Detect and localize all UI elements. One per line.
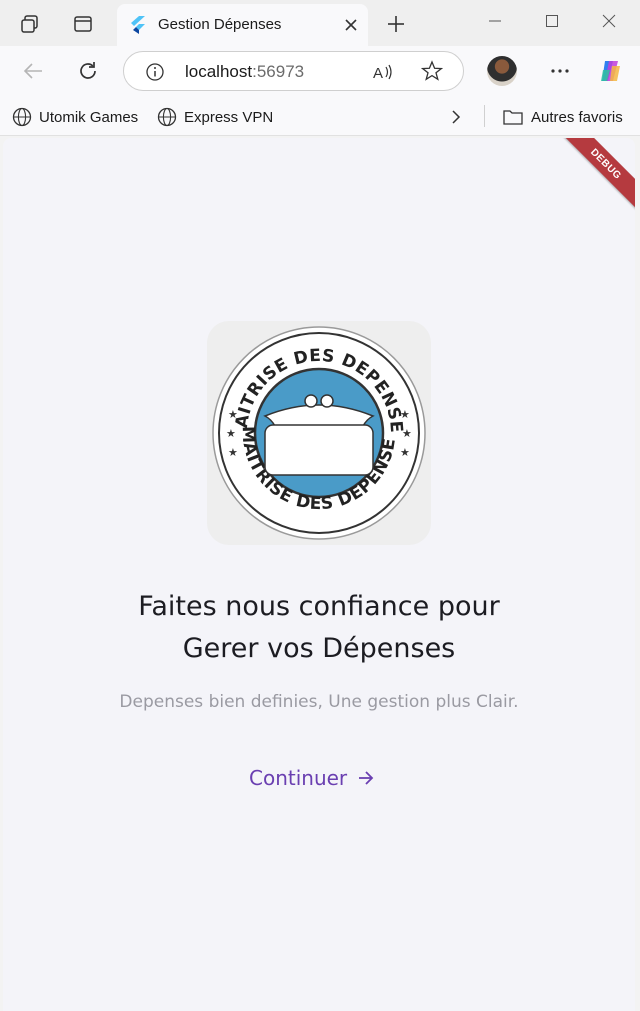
other-favorites[interactable]: Autres favoris: [502, 106, 623, 128]
url-field[interactable]: localhost:56973 A: [123, 51, 464, 91]
globe-icon: [12, 107, 32, 127]
tab-title: Gestion Dépenses: [158, 16, 282, 33]
svg-text:A: A: [373, 65, 383, 82]
headline-line-1: Faites nous confiance pour: [138, 591, 500, 622]
headline: Faites nous confiance pour Gerer vos Dép…: [3, 586, 635, 670]
arrow-right-icon: [359, 771, 374, 785]
bookmarks-divider: [484, 105, 485, 127]
active-tab[interactable]: Gestion Dépenses: [117, 4, 368, 46]
workspaces-icon[interactable]: [18, 12, 42, 36]
flutter-icon: [129, 16, 145, 39]
folder-icon: [503, 110, 523, 125]
continue-label: Continuer: [249, 766, 348, 790]
bookmark-label: Utomik Games: [39, 108, 139, 126]
address-bar-row: localhost:56973 A: [0, 46, 640, 96]
minimize-icon[interactable]: [480, 8, 510, 34]
globe-icon: [157, 107, 177, 127]
chevron-right-icon[interactable]: [448, 106, 464, 128]
refresh-icon[interactable]: [75, 58, 101, 84]
app-logo: MAITRISE DES DEPENSES MAITRISE DES DEPEN…: [198, 306, 431, 545]
svg-text:★: ★: [228, 408, 238, 421]
url-host: localhost: [185, 62, 253, 81]
bookmarks-bar: Utomik Games Express VPN Autres favoris: [0, 96, 640, 136]
maximize-icon[interactable]: [537, 8, 567, 34]
svg-text:★: ★: [400, 408, 410, 421]
app-page: DEBUG MAITRISE DES DEPENSES MAITRISE DES…: [3, 138, 635, 1011]
close-tab-icon[interactable]: [340, 14, 362, 36]
more-menu-icon[interactable]: [547, 58, 573, 84]
read-aloud-icon[interactable]: A: [372, 61, 394, 88]
svg-text:★: ★: [400, 446, 410, 459]
headline-line-2: Gerer vos Dépenses: [182, 633, 456, 664]
svg-text:★: ★: [226, 427, 236, 440]
profile-avatar[interactable]: [487, 56, 517, 86]
favorite-star-icon[interactable]: [420, 60, 444, 87]
svg-text:★: ★: [228, 446, 238, 459]
continue-button[interactable]: Continuer: [249, 763, 375, 793]
tab-actions-icon[interactable]: [71, 12, 95, 36]
bookmark-utomik-games[interactable]: Utomik Games: [12, 106, 138, 128]
copilot-icon[interactable]: [598, 58, 624, 84]
back-arrow-icon[interactable]: [20, 58, 46, 84]
bookmark-label: Express VPN: [184, 108, 274, 126]
bookmark-express-vpn[interactable]: Express VPN: [157, 106, 273, 128]
other-favorites-label: Autres favoris: [531, 108, 623, 126]
subtitle: Depenses bien definies, Une gestion plus…: [119, 692, 519, 712]
url-text: localhost:56973: [185, 62, 304, 82]
svg-text:★: ★: [402, 427, 412, 440]
browser-title-bar: Gestion Dépenses: [0, 0, 640, 46]
new-tab-icon[interactable]: [384, 12, 408, 36]
debug-banner: DEBUG: [552, 138, 635, 218]
site-info-icon[interactable]: [145, 62, 165, 87]
close-window-icon[interactable]: [594, 8, 624, 34]
url-port: :56973: [252, 62, 305, 81]
